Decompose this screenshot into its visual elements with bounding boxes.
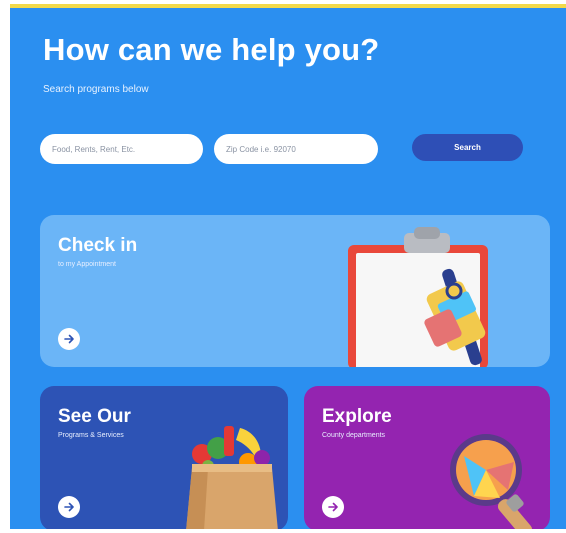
arrow-right-icon bbox=[328, 502, 338, 512]
explore-subtitle: County departments bbox=[322, 432, 386, 439]
see-our-subtitle: Programs & Services bbox=[58, 432, 124, 439]
accent-line bbox=[10, 4, 566, 8]
explore-card[interactable]: Explore County departments bbox=[304, 386, 550, 529]
grocery-bag-icon bbox=[186, 426, 278, 529]
arrow-right-icon bbox=[64, 502, 74, 512]
see-our-card[interactable]: See Our Programs & Services bbox=[40, 386, 288, 529]
zip-code-input[interactable] bbox=[214, 134, 378, 164]
check-in-card[interactable]: Check in to my Appointment bbox=[40, 215, 550, 367]
see-our-title: See Our bbox=[58, 406, 131, 427]
check-in-arrow-button[interactable] bbox=[58, 328, 80, 350]
clipboard-icon bbox=[348, 227, 488, 367]
page-subtitle: Search programs below bbox=[43, 84, 149, 95]
arrow-right-icon bbox=[64, 334, 74, 344]
check-in-title: Check in bbox=[58, 235, 138, 256]
see-our-arrow-button[interactable] bbox=[58, 496, 80, 518]
check-in-subtitle: to my Appointment bbox=[58, 261, 116, 268]
search-button[interactable]: Search bbox=[412, 134, 523, 161]
magnifier-icon bbox=[450, 434, 533, 529]
keyword-search-input[interactable] bbox=[40, 134, 203, 164]
explore-title: Explore bbox=[322, 406, 392, 427]
page-frame: How can we help you? Search programs bel… bbox=[10, 4, 566, 529]
explore-arrow-button[interactable] bbox=[322, 496, 344, 518]
page-title: How can we help you? bbox=[43, 32, 380, 67]
